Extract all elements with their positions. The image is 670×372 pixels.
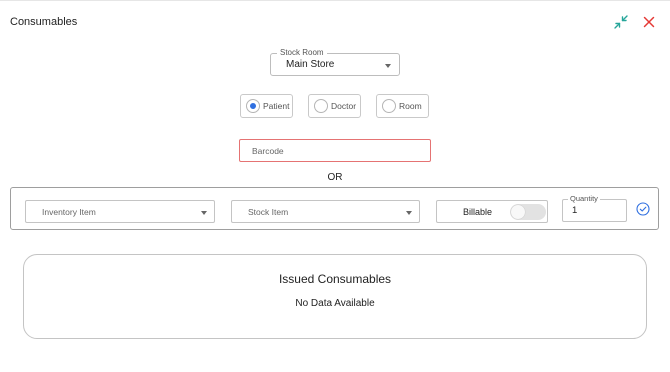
toggle-knob xyxy=(511,205,525,219)
empty-state-text: No Data Available xyxy=(295,298,375,309)
radio-patient[interactable]: Patient xyxy=(240,94,293,118)
radio-room[interactable]: Room xyxy=(376,94,429,118)
item-entry-row: Inventory Item Stock Item Billable Quant… xyxy=(10,187,659,230)
billable-toggle[interactable] xyxy=(510,204,546,220)
billable-field: Billable xyxy=(436,200,548,223)
issued-consumables-card: Issued Consumables No Data Available xyxy=(23,254,647,339)
dialog-title: Consumables xyxy=(10,16,78,28)
quantity-label: Quantity xyxy=(568,194,600,204)
collapse-arrows-icon[interactable] xyxy=(613,14,629,30)
chevron-down-icon xyxy=(406,211,412,215)
stock-room-value: Main Store xyxy=(286,59,335,70)
inventory-item-placeholder: Inventory Item xyxy=(42,207,96,217)
check-circle-icon[interactable] xyxy=(636,202,650,216)
radio-doctor-label: Doctor xyxy=(331,101,357,111)
quantity-field: Quantity xyxy=(562,194,627,222)
radio-checked-icon xyxy=(246,99,260,113)
chevron-down-icon xyxy=(201,211,207,215)
consumables-dialog: Consumables Stock Room Main Store Patien… xyxy=(0,0,670,372)
close-icon[interactable] xyxy=(641,14,657,30)
radio-unchecked-icon xyxy=(314,99,328,113)
or-separator: OR xyxy=(327,172,343,183)
barcode-input[interactable] xyxy=(239,139,431,162)
issued-consumables-title: Issued Consumables xyxy=(278,272,392,286)
stock-item-placeholder: Stock Item xyxy=(248,207,289,217)
stock-room-label: Stock Room xyxy=(277,48,327,58)
stock-room-select[interactable]: Stock Room Main Store xyxy=(270,48,400,76)
radio-doctor[interactable]: Doctor xyxy=(308,94,361,118)
chevron-down-icon xyxy=(385,64,391,68)
radio-unchecked-icon xyxy=(382,99,396,113)
billable-label: Billable xyxy=(463,207,493,217)
stock-item-select[interactable]: Stock Item xyxy=(231,200,420,223)
radio-room-label: Room xyxy=(399,101,422,111)
inventory-item-select[interactable]: Inventory Item xyxy=(25,200,215,223)
quantity-input[interactable] xyxy=(572,205,622,216)
radio-patient-label: Patient xyxy=(263,101,290,111)
